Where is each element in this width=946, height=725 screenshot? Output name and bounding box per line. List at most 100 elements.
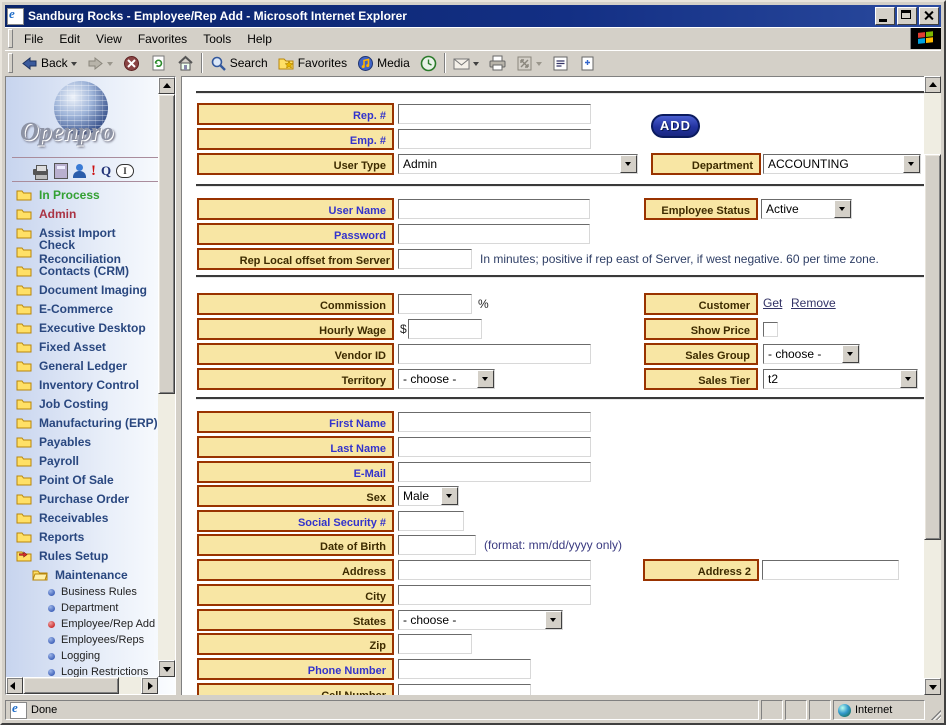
sidebar-item-manufacturing-erp[interactable]: Manufacturing (ERP) <box>8 413 160 432</box>
cell-input[interactable] <box>398 684 531 695</box>
sidebar-item-general-ledger[interactable]: General Ledger <box>8 356 160 375</box>
sidebar-item-job-costing[interactable]: Job Costing <box>8 394 160 413</box>
states-select[interactable]: - choose - <box>398 610 563 630</box>
alert-icon[interactable]: ! <box>91 164 96 179</box>
add-button[interactable]: ADD <box>651 114 700 138</box>
sidebar-item-admin[interactable]: Admin <box>8 204 160 223</box>
query-icon[interactable]: Q <box>101 164 111 179</box>
minimize-button[interactable] <box>875 7 895 25</box>
sidebar-item-document-imaging[interactable]: Document Imaging <box>8 280 160 299</box>
show-price-checkbox[interactable] <box>763 322 778 337</box>
sidebar-item-reports[interactable]: Reports <box>8 527 160 546</box>
city-input[interactable] <box>398 585 591 605</box>
sidebar-horizontal-scrollbar[interactable] <box>6 677 158 694</box>
rep-number-input[interactable] <box>398 104 591 124</box>
emp-number-input[interactable] <box>398 129 591 149</box>
sidebar-item-business-rules[interactable]: Business Rules <box>8 584 160 600</box>
sidebar-vertical-scrollbar[interactable] <box>158 77 175 677</box>
sidebar-item-payables[interactable]: Payables <box>8 432 160 451</box>
last-name-input[interactable] <box>398 437 591 457</box>
messenger-button[interactable] <box>574 53 601 74</box>
email-label[interactable]: E-Mail <box>197 461 394 483</box>
sex-select[interactable]: Male <box>398 486 459 506</box>
first-name-label[interactable]: First Name <box>197 411 394 433</box>
sidebar-item-fixed-asset[interactable]: Fixed Asset <box>8 337 160 356</box>
sidebar-item-executive-desktop[interactable]: Executive Desktop <box>8 318 160 337</box>
user-icon[interactable] <box>73 164 86 178</box>
sidebar-item-department[interactable]: Department <box>8 600 160 616</box>
scroll-up-icon[interactable] <box>924 76 941 93</box>
zip-input[interactable] <box>398 634 472 654</box>
commission-input[interactable] <box>398 294 472 314</box>
maximize-button[interactable] <box>897 7 917 25</box>
customer-remove-link[interactable]: Remove <box>791 296 836 310</box>
forward-button[interactable] <box>82 53 118 74</box>
home-button[interactable] <box>172 53 199 74</box>
edit-button[interactable] <box>511 53 547 74</box>
back-button[interactable]: Back <box>16 53 82 74</box>
user-name-input[interactable] <box>398 199 590 219</box>
calculator-icon[interactable] <box>54 163 68 179</box>
resize-grip[interactable] <box>927 700 941 720</box>
scrollbar-thumb[interactable] <box>158 94 175 394</box>
toolbar-grip[interactable] <box>8 29 13 47</box>
scrollbar-thumb[interactable] <box>924 154 941 540</box>
employee-status-select[interactable]: Active <box>761 199 852 219</box>
emp-number-label[interactable]: Emp. # <box>197 128 394 150</box>
refresh-button[interactable] <box>145 53 172 74</box>
menu-tools[interactable]: Tools <box>195 30 239 48</box>
scroll-right-icon[interactable] <box>141 677 158 694</box>
stop-button[interactable] <box>118 53 145 74</box>
history-button[interactable] <box>415 53 442 74</box>
vendor-id-input[interactable] <box>398 344 591 364</box>
phone-label[interactable]: Phone Number <box>197 658 394 680</box>
sidebar-item-inventory-control[interactable]: Inventory Control <box>8 375 160 394</box>
user-type-select[interactable]: Admin <box>398 154 638 174</box>
address2-input[interactable] <box>762 560 899 580</box>
email-input[interactable] <box>398 462 591 482</box>
favorites-button[interactable]: Favorites <box>273 53 352 74</box>
customer-get-link[interactable]: Get <box>763 296 782 310</box>
menu-favorites[interactable]: Favorites <box>130 30 195 48</box>
last-name-label[interactable]: Last Name <box>197 436 394 458</box>
close-button[interactable] <box>919 7 939 25</box>
sidebar-item-e-commerce[interactable]: E-Commerce <box>8 299 160 318</box>
main-vertical-scrollbar[interactable] <box>924 76 941 695</box>
menu-help[interactable]: Help <box>239 30 280 48</box>
sidebar-item-employee-rep-add[interactable]: Employee/Rep Add <box>8 616 160 632</box>
sidebar-item-receivables[interactable]: Receivables <box>8 508 160 527</box>
sales-group-select[interactable]: - choose - <box>763 344 860 364</box>
sidebar-item-check-reconciliation[interactable]: Check Reconciliation <box>8 242 160 261</box>
scroll-down-icon[interactable] <box>924 678 941 695</box>
department-select[interactable]: ACCOUNTING <box>763 154 921 174</box>
print-icon[interactable] <box>32 165 49 178</box>
menu-view[interactable]: View <box>88 30 130 48</box>
dob-input[interactable] <box>398 535 476 555</box>
sidebar-item-maintenance[interactable]: Maintenance <box>8 565 160 584</box>
sidebar-item-employees-reps[interactable]: Employees/Reps <box>8 632 160 648</box>
hourly-wage-input[interactable] <box>408 319 482 339</box>
sidebar-item-in-process[interactable]: In Process <box>8 185 160 204</box>
territory-select[interactable]: - choose - <box>398 369 495 389</box>
mail-button[interactable] <box>448 53 484 74</box>
first-name-input[interactable] <box>398 412 591 432</box>
search-button[interactable]: Search <box>205 53 273 74</box>
phone-input[interactable] <box>398 659 531 679</box>
ssn-label[interactable]: Social Security # <box>197 510 394 532</box>
menu-file[interactable]: File <box>16 30 51 48</box>
sales-tier-select[interactable]: t2 <box>763 369 918 389</box>
discuss-button[interactable] <box>547 53 574 74</box>
media-button[interactable]: Media <box>352 53 415 74</box>
scroll-left-icon[interactable] <box>6 677 23 694</box>
scrollbar-thumb[interactable] <box>23 677 119 694</box>
info-bubble-icon[interactable]: I <box>116 164 134 178</box>
menu-edit[interactable]: Edit <box>51 30 88 48</box>
address-input[interactable] <box>398 560 591 580</box>
rep-number-label[interactable]: Rep. # <box>197 103 394 125</box>
scroll-up-icon[interactable] <box>158 77 175 94</box>
sidebar-item-point-of-sale[interactable]: Point Of Sale <box>8 470 160 489</box>
password-label[interactable]: Password <box>197 223 394 245</box>
scroll-down-icon[interactable] <box>158 660 175 677</box>
sidebar-item-payroll[interactable]: Payroll <box>8 451 160 470</box>
ssn-input[interactable] <box>398 511 464 531</box>
